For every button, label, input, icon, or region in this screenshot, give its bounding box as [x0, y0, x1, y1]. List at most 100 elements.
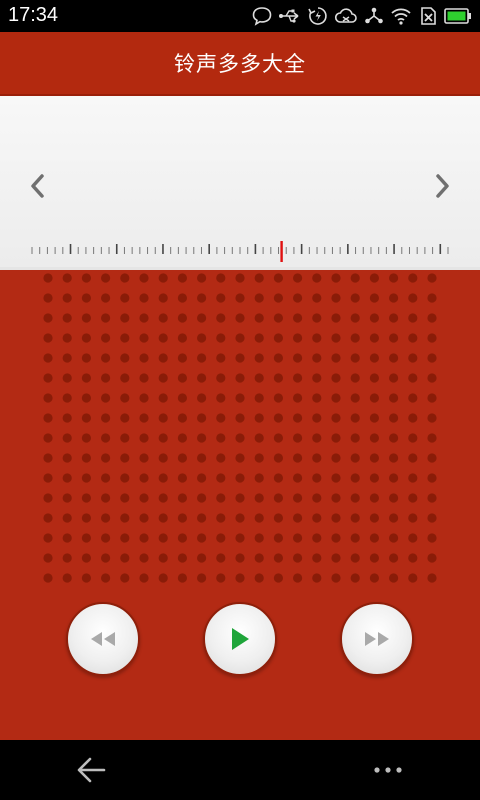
speaker-dot: [331, 333, 341, 343]
speaker-dot: [62, 273, 72, 283]
tuner-scale[interactable]: [0, 236, 480, 272]
speaker-dot: [216, 433, 226, 443]
speaker-dot: [235, 333, 245, 343]
speaker-dot: [389, 573, 399, 583]
speaker-dot: [197, 493, 207, 503]
speaker-dot: [312, 393, 322, 403]
speaker-dot: [293, 553, 303, 563]
speaker-dot: [120, 313, 130, 323]
speaker-dot: [312, 273, 322, 283]
speaker-dot: [427, 393, 437, 403]
speaker-dot: [120, 433, 130, 443]
speaker-dot: [369, 553, 379, 563]
speaker-dot: [273, 293, 283, 303]
speaker-dot: [216, 573, 226, 583]
speaker-dot: [62, 533, 72, 543]
tuner-panel[interactable]: [0, 94, 480, 270]
speaker-dot: [254, 433, 264, 443]
speaker-dot: [389, 493, 399, 503]
speaker-dot: [235, 533, 245, 543]
speaker-dot: [331, 573, 341, 583]
speaker-dot: [139, 313, 149, 323]
speaker-dot: [139, 573, 149, 583]
speaker-dot: [389, 293, 399, 303]
speaker-dot: [101, 333, 111, 343]
speaker-dot: [216, 273, 226, 283]
speaker-dot: [177, 533, 187, 543]
speaker-dot: [139, 553, 149, 563]
speaker-dot: [101, 393, 111, 403]
speaker-dot: [177, 393, 187, 403]
speaker-dot: [273, 473, 283, 483]
more-dots-icon[interactable]: [368, 758, 408, 782]
fast-forward-button[interactable]: [340, 602, 414, 676]
speaker-dot: [331, 513, 341, 523]
speaker-dot: [427, 373, 437, 383]
speaker-dot: [350, 333, 360, 343]
speaker-dot: [235, 353, 245, 363]
fast-forward-icon: [365, 632, 389, 646]
speaker-dot: [43, 533, 53, 543]
speaker-dot: [101, 473, 111, 483]
speaker-dot: [120, 373, 130, 383]
speaker-dot: [101, 313, 111, 323]
speaker-dot: [81, 333, 91, 343]
speaker-dot: [293, 293, 303, 303]
speaker-dot: [312, 453, 322, 463]
play-button[interactable]: [203, 602, 277, 676]
speaker-dot: [158, 373, 168, 383]
speaker-dot: [120, 393, 130, 403]
speaker-dot: [120, 353, 130, 363]
speaker-dot: [43, 333, 53, 343]
speaker-grille: [43, 273, 437, 583]
speaker-dot: [120, 333, 130, 343]
speaker-dot: [62, 453, 72, 463]
speaker-dot: [254, 513, 264, 523]
speaker-dot: [254, 413, 264, 423]
share-icon: [365, 7, 383, 24]
speaker-dot: [331, 313, 341, 323]
status-bar: 17:34: [0, 0, 480, 32]
speaker-dot: [331, 493, 341, 503]
back-arrow-icon[interactable]: [72, 752, 112, 788]
speaker-dot: [408, 533, 418, 543]
speaker-dot: [216, 553, 226, 563]
speaker-dot: [197, 573, 207, 583]
status-icons: [252, 4, 472, 28]
speaker-dot: [43, 553, 53, 563]
speaker-dot: [81, 493, 91, 503]
speaker-dot: [120, 413, 130, 423]
speaker-dot: [120, 553, 130, 563]
speaker-dot: [350, 533, 360, 543]
speaker-dot: [120, 293, 130, 303]
speaker-dot: [101, 413, 111, 423]
speaker-dot: [369, 313, 379, 323]
chevron-left-icon[interactable]: [22, 166, 52, 206]
speaker-dot: [235, 313, 245, 323]
speaker-dot: [216, 473, 226, 483]
chevron-right-icon[interactable]: [428, 166, 458, 206]
speaker-dot: [216, 293, 226, 303]
speaker-dot: [158, 333, 168, 343]
speaker-dot: [216, 533, 226, 543]
speaker-dot: [273, 413, 283, 423]
speaker-dot: [120, 573, 130, 583]
speaker-dot: [197, 313, 207, 323]
speaker-dot: [216, 313, 226, 323]
wifi-icon: [391, 8, 411, 25]
speaker-dot: [369, 353, 379, 363]
speaker-dot: [254, 313, 264, 323]
speaker-dot: [177, 353, 187, 363]
speaker-dot: [158, 553, 168, 563]
rewind-button[interactable]: [66, 602, 140, 676]
speaker-dot: [43, 473, 53, 483]
speaker-dot: [273, 533, 283, 543]
speaker-dot: [101, 293, 111, 303]
speaker-dot: [81, 433, 91, 443]
speaker-dot: [139, 353, 149, 363]
speaker-dot: [408, 333, 418, 343]
speaker-dot: [408, 493, 418, 503]
speaker-dot: [254, 533, 264, 543]
speaker-dot: [273, 353, 283, 363]
speaker-dot: [350, 493, 360, 503]
